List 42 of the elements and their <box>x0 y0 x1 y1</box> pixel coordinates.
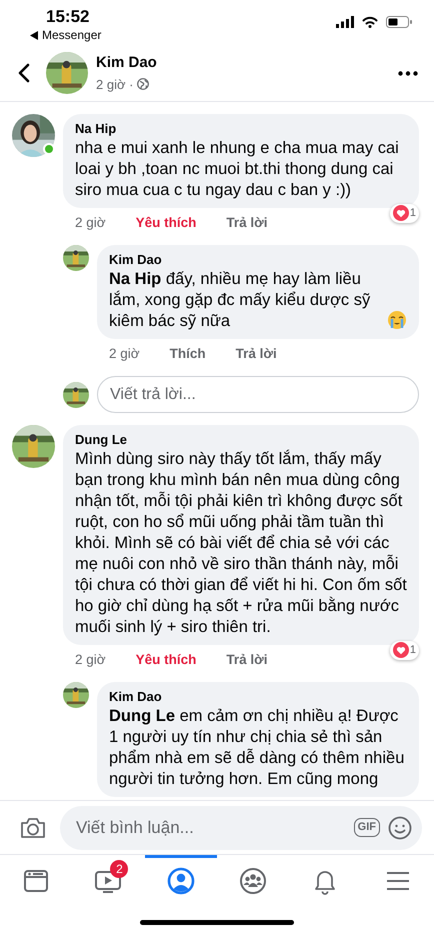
comment-time: 2 giờ <box>75 214 106 232</box>
comment-text: nha e mui xanh le nhung e cha mua may cai loai y bh ,toan nc muoi bt.thi thong dung cai siro mua cua c tu ngay dau c ban y :)) <box>75 138 400 201</box>
more-dots-icon <box>398 70 418 76</box>
emoji-icon[interactable] <box>388 816 412 840</box>
reply-link[interactable]: Trả lời <box>236 344 277 368</box>
commenter-name: Dung Le <box>75 431 128 449</box>
reply-link[interactable]: Trả lời <box>226 650 268 674</box>
like-link[interactable]: Yêu thích <box>136 213 196 237</box>
groups-icon <box>239 867 268 895</box>
status-time: 15:52 <box>46 6 90 28</box>
comment-text: Dung Le em cảm ơn chị nhiều ạ! Được 1 người uy tín như chị chia sẻ thì sản phẩm nhà em sẽ dễ dàng có thêm nhiều người tin tưởng hơn. Em cũng mong <box>109 706 406 790</box>
reaction-count-badge: 1 <box>390 641 419 660</box>
like-link[interactable]: Yêu thích <box>136 650 196 674</box>
profile-icon <box>166 867 195 895</box>
gif-button[interactable]: GIF <box>354 818 380 837</box>
comment-time: 2 giờ <box>109 345 140 363</box>
commenter-name: Na Hip <box>75 120 118 138</box>
like-link[interactable]: Thích <box>170 344 206 368</box>
reaction-count-badge: 1 <box>390 204 419 222</box>
post-time: 2 giờ · <box>96 76 134 94</box>
feed-icon <box>22 867 50 895</box>
notification-badge: 2 <box>110 860 128 878</box>
comment-text: Mình dùng siro này thấy tốt lắm, thấy mấy bạn trong khu mình bán nên mua dùng công nhận tốt, mỗi tội phải kiên trì không được sốt ruột, con ho sổ mũi uống phải tầm tuần thì khỏi. Mình sẽ có bài viết để chia sẻ với các mẹ nuôi con nhỏ về siro thần thánh này, mỗi tội chưa có thời gian để viết hi hi. Con ốm sốt ho giờ chỉ dùng hạ sốt + rửa mũi bằng nước muối sinh lý + siro thiên tri. <box>75 449 407 638</box>
globe-icon <box>137 78 150 90</box>
comment-time: 2 giờ <box>75 651 106 669</box>
commenter-name: Kim Dao <box>109 688 163 706</box>
wifi-icon <box>362 16 378 28</box>
comment-field[interactable]: Viết bình luận... GIF <box>60 806 422 850</box>
reply-field[interactable]: Viết trả lời... <box>97 376 419 413</box>
reply-link[interactable]: Trả lời <box>226 213 268 237</box>
nav-tab[interactable]: 2 <box>72 855 145 904</box>
camera-icon[interactable] <box>20 816 46 838</box>
comment-text: Na Hip đấy, nhiều mẹ hay làm liều lắm, xong gặp đc mấy kiểu dược sỹ kiêm bác sỹ nữa <box>109 269 372 332</box>
more-button[interactable] <box>398 70 418 76</box>
commenter-name: Kim Dao <box>109 251 163 269</box>
back-triangle-icon <box>30 30 38 40</box>
back-button[interactable] <box>18 63 30 83</box>
back-to-app-link[interactable]: Messenger <box>42 28 102 42</box>
signal-icon <box>336 16 354 28</box>
battery-icon <box>386 16 412 28</box>
back-chevron-icon <box>18 63 30 83</box>
author-name: Kim Dao <box>96 53 158 73</box>
